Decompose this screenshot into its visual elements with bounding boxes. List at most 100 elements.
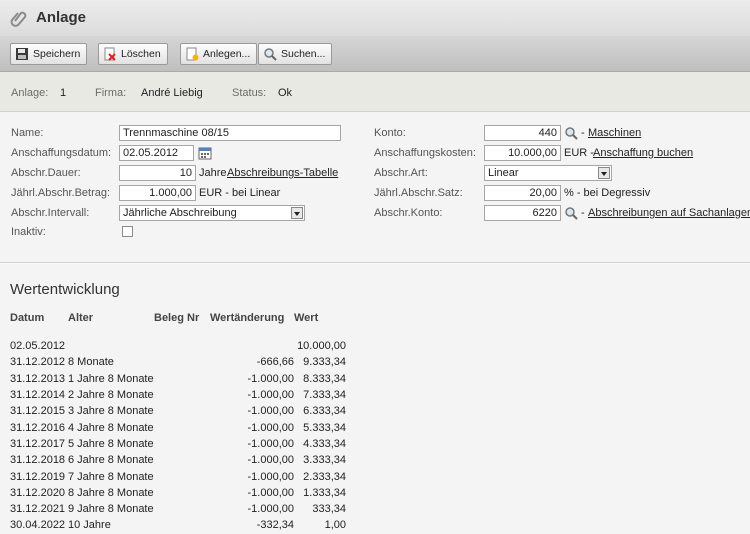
purchase-date-label: Anschaffungsdatum: — [11, 147, 112, 159]
cell-age: 5 Jahre 8 Monate — [68, 437, 154, 450]
depreciation-account-input[interactable]: 6220 — [484, 205, 561, 221]
cell-change: -1.000,00 — [247, 486, 294, 499]
cell-date: 31.12.2018 — [10, 454, 66, 467]
book-purchase-link[interactable]: Anschaffung buchen — [593, 147, 693, 159]
create-button[interactable]: Anlegen... — [180, 43, 258, 65]
column-header-date: Datum — [10, 312, 45, 324]
cell-age: 8 Jahre 8 Monate — [68, 486, 154, 499]
depreciation-account-label: Abschr.Konto: — [374, 207, 443, 219]
table-row: 31.12.2019 7 Jahre 8 Monate -1.000,00 2.333… — [10, 468, 346, 484]
cell-change: -1.000,00 — [247, 470, 294, 483]
window-title: Anlage — [36, 9, 87, 26]
annual-amount-label: Jährl.Abschr.Betrag: — [11, 187, 111, 199]
status-label: Status: — [232, 87, 267, 99]
depreciation-type-select[interactable]: Linear — [484, 165, 612, 181]
cell-date: 31.12.2012 — [10, 356, 66, 369]
cell-date: 30.04.2022 — [10, 519, 66, 532]
asset-form: Name: Trennmaschine 08/15 Anschaffungsda… — [0, 113, 750, 263]
cell-date: 31.12.2013 — [10, 372, 66, 385]
cell-date: 31.12.2017 — [10, 437, 66, 450]
table-header-row: Datum Alter Beleg Nr Wertänderung Wert — [10, 312, 346, 338]
depreciation-type-value: Linear — [488, 167, 519, 179]
table-row: 31.12.2013 1 Jahre 8 Monate -1.000,00 8.333… — [10, 371, 346, 387]
cell-age: 9 Jahre 8 Monate — [68, 503, 154, 516]
chevron-down-icon — [598, 167, 610, 179]
table-row: 31.12.2017 5 Jahre 8 Monate -1.000,00 4.333… — [10, 436, 346, 452]
cell-value: 4.333,34 — [303, 437, 346, 450]
account-dash: - — [581, 127, 585, 139]
cell-beleg — [154, 501, 210, 517]
status-value: Ok — [278, 87, 293, 99]
cell-value: 9.333,34 — [303, 356, 346, 369]
interval-select[interactable]: Jährliche Abschreibung — [119, 205, 305, 221]
cell-beleg — [154, 354, 210, 370]
cell-value: 1,00 — [324, 519, 346, 532]
cell-beleg — [154, 387, 210, 403]
table-row: 31.12.2020 8 Jahre 8 Monate -1.000,00 1.333… — [10, 485, 346, 501]
cell-date: 31.12.2020 — [10, 486, 66, 499]
delete-button[interactable]: Löschen — [98, 43, 168, 65]
cell-age: 8 Monate — [68, 356, 114, 369]
duration-input[interactable]: 10 — [119, 165, 196, 181]
cell-beleg — [154, 419, 210, 435]
table-row: 31.12.2014 2 Jahre 8 Monate -1.000,00 7.333… — [10, 387, 346, 403]
delete-document-icon — [104, 47, 116, 61]
table-row: 31.12.2018 6 Jahre 8 Monate -1.000,00 3.333… — [10, 452, 346, 468]
table-row: 31.12.2012 8 Monate -666,66 9.333,34 — [10, 354, 346, 370]
inactive-checkbox[interactable] — [122, 226, 133, 237]
account-input[interactable]: 440 — [484, 125, 561, 141]
column-header-age: Alter — [68, 312, 94, 324]
search-icon[interactable] — [564, 126, 578, 140]
new-document-icon — [186, 47, 199, 61]
cell-beleg — [154, 517, 210, 533]
cell-date: 31.12.2019 — [10, 470, 66, 483]
title-bar: Anlage — [0, 0, 750, 36]
cell-age: 1 Jahre 8 Monate — [68, 372, 154, 385]
column-header-change: Wertänderung — [210, 312, 285, 324]
anlage-value: 1 — [60, 87, 67, 99]
cell-beleg — [154, 403, 210, 419]
interval-select-value: Jährliche Abschreibung — [123, 207, 237, 219]
search-button[interactable]: Suchen... — [258, 43, 333, 65]
create-button-label: Anlegen... — [203, 48, 251, 60]
annual-amount-input[interactable]: 1.000,00 — [119, 185, 196, 201]
cost-suffix: EUR - — [564, 147, 594, 159]
search-icon — [264, 48, 277, 61]
cell-change — [210, 338, 294, 354]
column-header-beleg: Beleg Nr — [154, 312, 200, 324]
cell-change: -1.000,00 — [247, 454, 294, 467]
save-button[interactable]: Speichern — [10, 43, 88, 65]
cell-value: 5.333,34 — [303, 421, 346, 434]
cell-beleg — [154, 371, 210, 387]
cell-beleg — [154, 468, 210, 484]
floppy-disk-icon — [16, 48, 28, 60]
purchase-date-input[interactable]: 02.05.2012 — [119, 145, 194, 161]
calendar-icon[interactable] — [198, 146, 212, 160]
anlage-label: Anlage: — [11, 87, 49, 99]
cost-label: Anschaffungskosten: — [374, 147, 476, 159]
inactive-label: Inaktiv: — [11, 226, 46, 238]
table-row: 02.05.2012 10.000,00 — [10, 338, 346, 354]
table-row: 31.12.2015 3 Jahre 8 Monate -1.000,00 6.333… — [10, 403, 346, 419]
account-link[interactable]: Maschinen — [588, 127, 641, 139]
cell-change: -332,34 — [256, 519, 294, 532]
name-input[interactable]: Trennmaschine 08/15 — [119, 125, 341, 141]
name-label: Name: — [11, 127, 44, 139]
cell-beleg — [154, 436, 210, 452]
column-header-value: Wert — [294, 312, 319, 324]
depreciation-account-link[interactable]: Abschreibungen auf Sachanlagen — [588, 207, 750, 219]
cell-change: -1.000,00 — [247, 405, 294, 418]
rate-label: Jährl.Abschr.Satz: — [374, 187, 463, 199]
cell-change: -1.000,00 — [247, 437, 294, 450]
rate-suffix: % - bei Degressiv — [564, 187, 651, 199]
table-row: 31.12.2016 4 Jahre 8 Monate -1.000,00 5.333… — [10, 419, 346, 435]
depreciation-table-link[interactable]: Abschreibungs-Tabelle — [227, 167, 338, 179]
table-row: 31.12.2021 9 Jahre 8 Monate -1.000,00 333,3… — [10, 501, 346, 517]
cell-change: -1.000,00 — [247, 389, 294, 402]
cell-value: 333,34 — [312, 503, 346, 516]
rate-input[interactable]: 20,00 — [484, 185, 561, 201]
cell-age: 2 Jahre 8 Monate — [68, 389, 154, 402]
cell-value: 3.333,34 — [303, 454, 346, 467]
cost-input[interactable]: 10.000,00 — [484, 145, 561, 161]
search-icon[interactable] — [564, 206, 578, 220]
